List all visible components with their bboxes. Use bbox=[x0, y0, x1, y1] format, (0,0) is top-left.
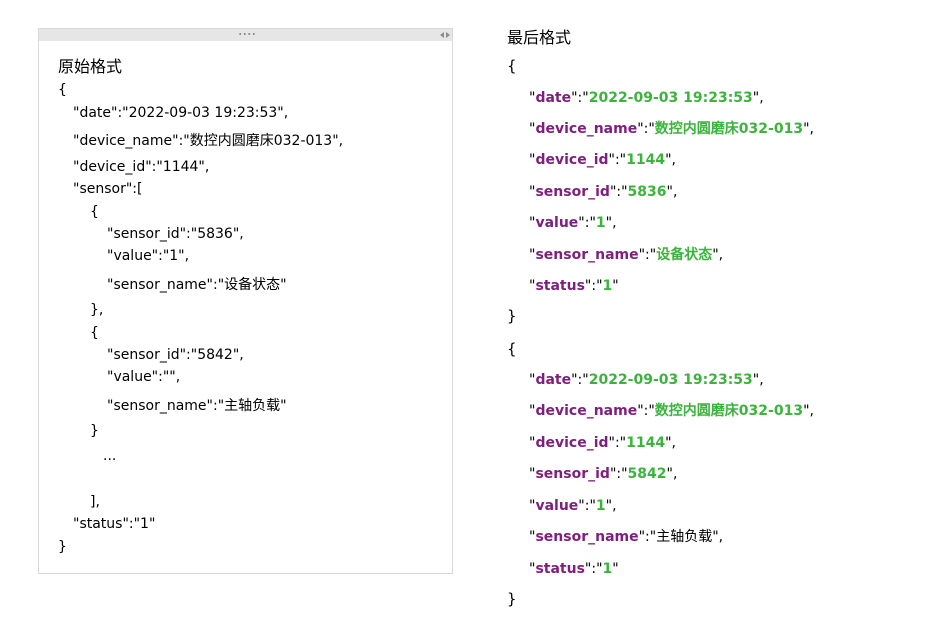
json-key-value-row: "device_name":"数控内圆磨床032-013", bbox=[529, 403, 814, 419]
json-key-value-row: "date":"2022-09-03 19:23:53", bbox=[529, 90, 764, 106]
json-value: 1 bbox=[602, 561, 613, 577]
close-brace: } bbox=[507, 307, 517, 325]
json-key-value-row: "date":"2022-09-03 19:23:53", bbox=[529, 372, 764, 388]
code-line: { bbox=[90, 204, 99, 220]
json-key-value-row: "sensor_name":"设备状态", bbox=[529, 247, 724, 263]
code-line: "sensor":[ bbox=[73, 181, 143, 197]
json-key: device_id bbox=[535, 435, 609, 451]
code-line: } bbox=[58, 539, 67, 555]
json-value: 1 bbox=[602, 278, 613, 294]
json-key: sensor_id bbox=[535, 466, 610, 482]
code-line: "sensor_name":"主轴负载" bbox=[107, 398, 287, 414]
json-key: status bbox=[535, 278, 585, 294]
json-key-value-row: "value":"1", bbox=[529, 215, 617, 231]
code-line: ... bbox=[103, 448, 117, 464]
json-key-value-row: "device_id":"1144", bbox=[529, 152, 676, 168]
code-line: "device_id":"1144", bbox=[73, 159, 210, 175]
code-line: "value":"", bbox=[107, 369, 181, 385]
code-line: "sensor_id":"5836", bbox=[107, 226, 244, 242]
json-key-value-row: "sensor_name":"主轴负载", bbox=[529, 529, 724, 545]
json-key-value-row: "value":"1", bbox=[529, 498, 617, 514]
json-key-value-row: "sensor_id":"5842", bbox=[529, 466, 678, 482]
json-value: 数控内圆磨床032-013 bbox=[654, 403, 804, 419]
json-key: status bbox=[535, 561, 585, 577]
code-line: ], bbox=[90, 494, 100, 510]
json-key: sensor_name bbox=[535, 529, 639, 545]
json-key: value bbox=[535, 498, 579, 514]
json-value: 主轴负载 bbox=[656, 529, 713, 545]
original-format-title: 原始格式 bbox=[58, 57, 123, 76]
code-line: "device_name":"数控内圆磨床032-013", bbox=[73, 133, 344, 149]
json-value: 5836 bbox=[627, 184, 667, 200]
json-key: sensor_id bbox=[535, 184, 610, 200]
code-line: "status":"1" bbox=[73, 516, 156, 532]
json-value: 2022-09-03 19:23:53 bbox=[588, 372, 753, 388]
json-value: 5842 bbox=[627, 466, 667, 482]
json-key-value-row: "status":"1" bbox=[529, 561, 619, 577]
original-format-panel: 原始格式 { "date":"2022-09-03 19:23:53", "de… bbox=[38, 28, 453, 574]
json-key: date bbox=[535, 372, 572, 388]
json-key: device_id bbox=[535, 152, 609, 168]
json-key-value-row: "sensor_id":"5836", bbox=[529, 184, 678, 200]
json-key-value-row: "device_name":"数控内圆磨床032-013", bbox=[529, 121, 814, 137]
code-line: "sensor_name":"设备状态" bbox=[107, 277, 287, 293]
open-brace: { bbox=[507, 340, 517, 358]
json-value: 数控内圆磨床032-013 bbox=[654, 121, 804, 137]
json-key-value-row: "device_id":"1144", bbox=[529, 435, 676, 451]
json-value: 1 bbox=[595, 498, 606, 514]
panel-title-bar[interactable] bbox=[39, 29, 452, 41]
json-value: 1 bbox=[595, 215, 606, 231]
code-line: "date":"2022-09-03 19:23:53", bbox=[73, 105, 289, 121]
open-brace: { bbox=[507, 57, 517, 75]
json-key: device_name bbox=[535, 121, 638, 137]
json-key: date bbox=[535, 90, 572, 106]
json-key: value bbox=[535, 215, 579, 231]
json-value: 2022-09-03 19:23:53 bbox=[588, 90, 753, 106]
final-format-title: 最后格式 bbox=[507, 28, 572, 47]
json-key-value-row: "status":"1" bbox=[529, 278, 619, 294]
arrow-right-icon[interactable] bbox=[446, 32, 450, 38]
arrow-left-icon[interactable] bbox=[440, 32, 444, 38]
json-key: device_name bbox=[535, 403, 638, 419]
json-value: 1144 bbox=[626, 152, 666, 168]
code-line: "value":"1", bbox=[107, 248, 190, 264]
drag-handle-icon[interactable] bbox=[238, 33, 256, 35]
code-line: "sensor_id":"5842", bbox=[107, 347, 244, 363]
code-line: { bbox=[90, 325, 99, 341]
code-line: } bbox=[90, 423, 99, 439]
code-line: { bbox=[58, 82, 67, 98]
code-line: }, bbox=[90, 302, 104, 318]
close-brace: } bbox=[507, 590, 517, 608]
json-key: sensor_name bbox=[535, 247, 639, 263]
json-value: 1144 bbox=[626, 435, 666, 451]
json-value: 设备状态 bbox=[656, 247, 713, 263]
